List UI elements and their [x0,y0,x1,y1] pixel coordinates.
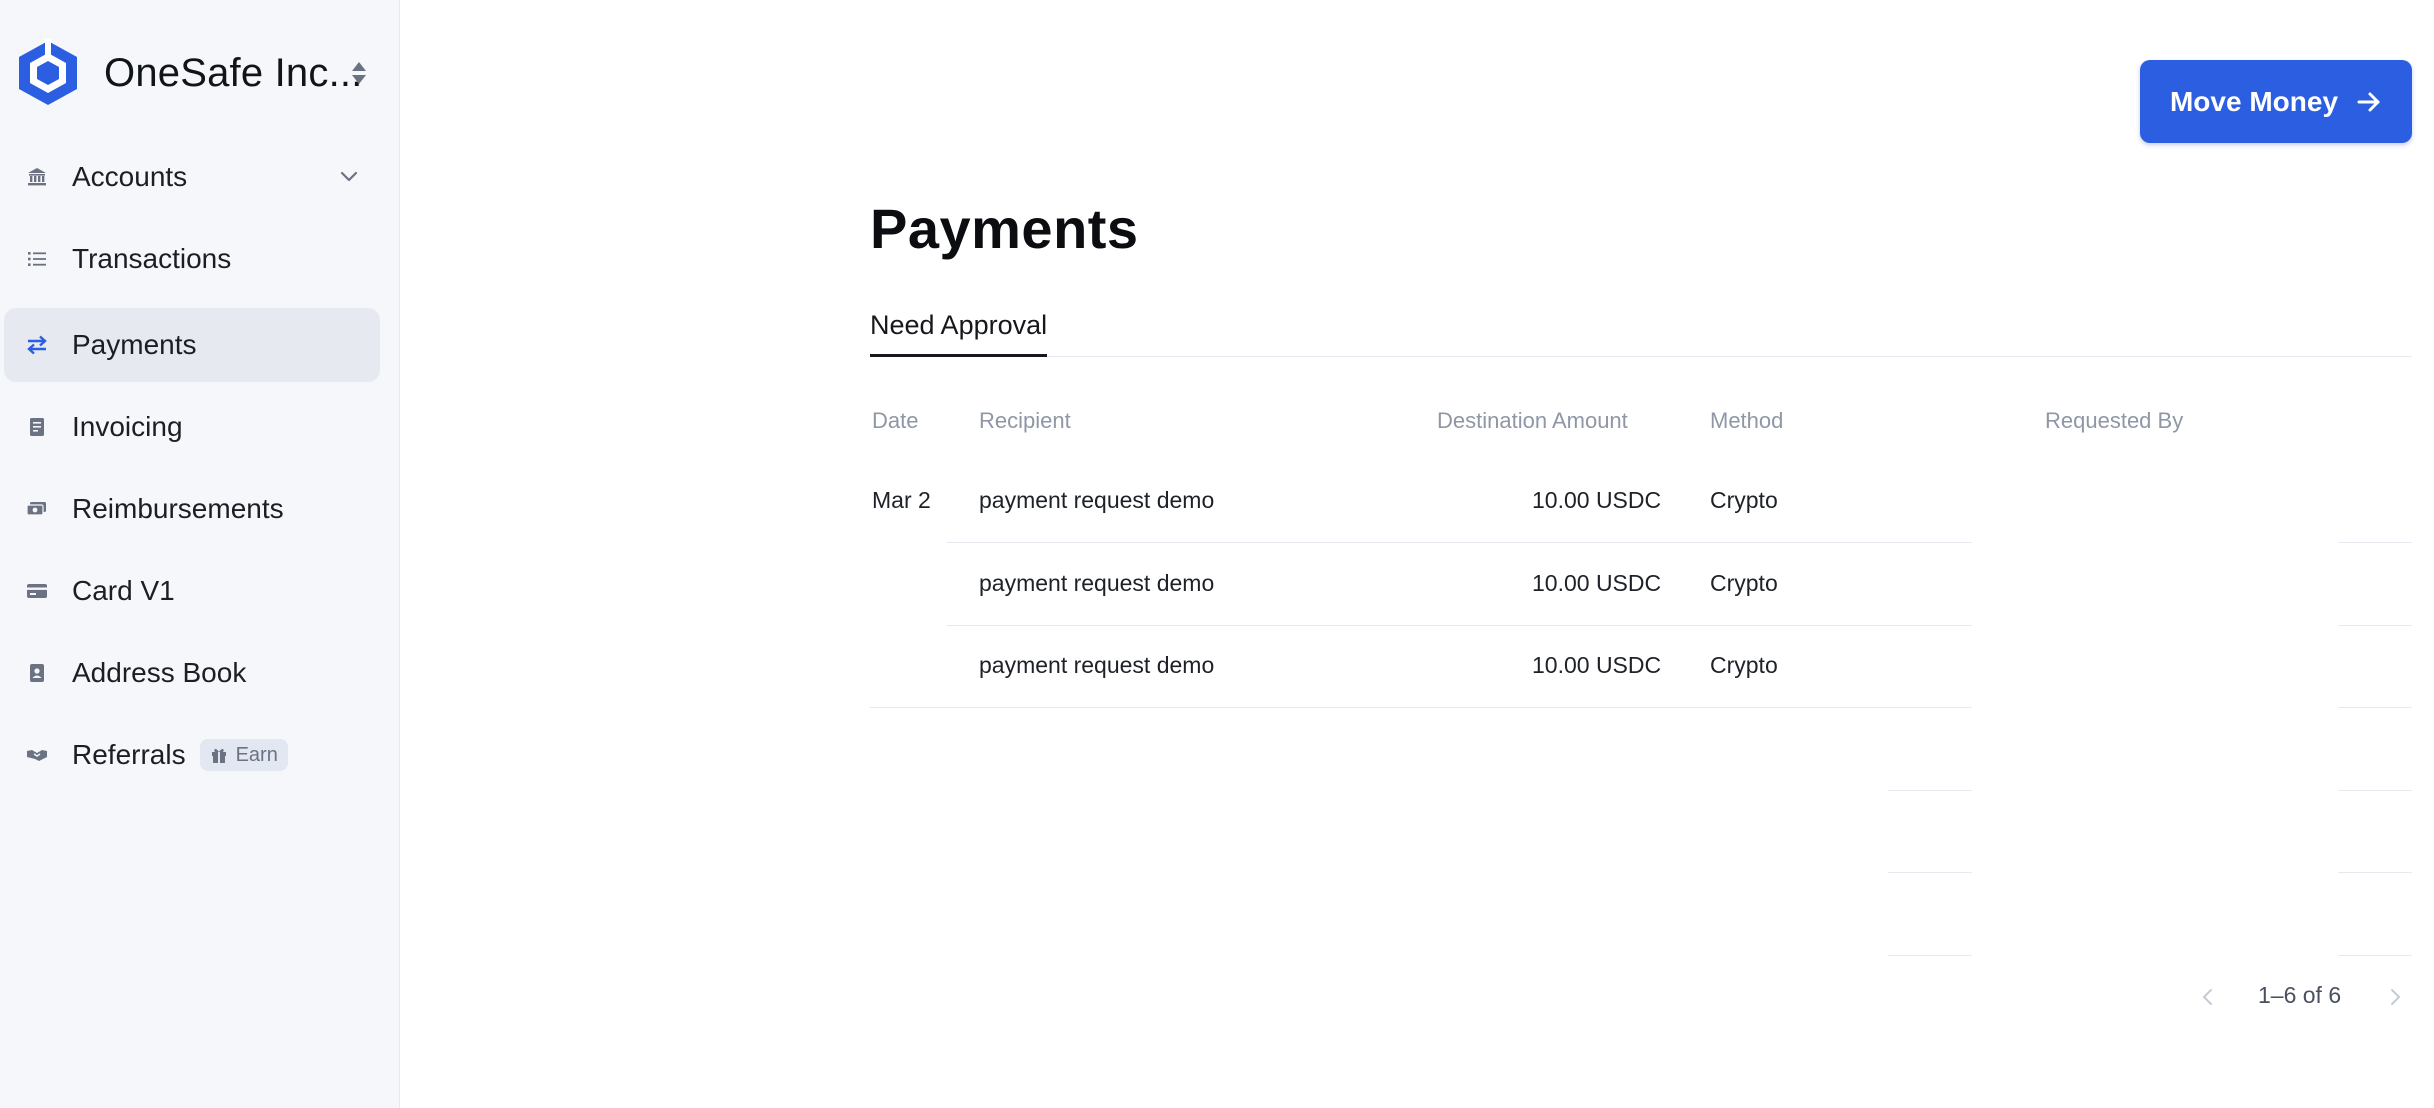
column-header-destination-amount: Destination Amount [1437,408,1628,433]
table-cell-amount: 10.00 USDC [1532,487,1662,513]
column-header-method: Method [1710,408,1784,433]
page-title: Payments [870,197,1139,260]
row-divider [2338,955,2412,956]
chevron-left-icon [2203,989,2212,1005]
row-divider [947,625,1972,626]
row-divider [2338,625,2412,626]
chevron-right-icon [2391,989,2400,1005]
table-cell-method: Crypto [1710,570,1778,596]
sidebar-item-label: Address Book [72,657,247,688]
row-divider [870,707,1972,708]
row-divider [2338,542,2412,543]
row-divider [1888,790,1972,791]
card-icon [26,580,48,602]
move-money-button[interactable]: Move Money [2140,60,2412,143]
handshake-icon [26,744,48,766]
sidebar-item-label: Card V1 [72,575,175,606]
earn-badge-label: Earn [235,743,278,766]
workspace-switcher[interactable]: OneSafe Inc... [14,38,374,108]
table-cell-recipient[interactable]: payment request demo [979,570,1214,597]
tab-bar: Need Approval [870,300,2412,357]
sidebar-item-payments[interactable]: Payments [4,308,380,382]
table-cell-method: Crypto [1710,652,1778,678]
switch-workspace-icon[interactable] [344,58,374,88]
sidebar-item-label: Invoicing [72,411,183,442]
column-header-requested-by: Requested By [2045,408,2184,433]
sidebar-item-label: Reimbursements [72,493,284,524]
row-divider [2338,790,2412,791]
onesafe-logo-icon [19,39,77,105]
gift-icon [211,748,226,763]
previous-page-button[interactable] [2195,984,2221,1010]
workspace-name: OneSafe Inc... [104,50,363,95]
bank-icon [26,166,48,188]
table-cell-date: Mar 2 [872,487,931,513]
row-divider [947,542,1972,543]
invoice-icon [26,416,48,438]
column-header-recipient: Recipient [979,408,1071,433]
sidebar-item-label: Accounts [72,161,188,192]
sidebar-item-invoicing[interactable]: Invoicing [4,390,380,464]
sidebar-item-referrals[interactable]: Referrals Earn [4,718,380,792]
sidebar-item-transactions[interactable]: Transactions [4,222,380,296]
table-cell-method: Crypto [1710,487,1778,513]
sidebar: OneSafe Inc... Accounts Transactions Pay… [0,0,400,1108]
tab-need-approval[interactable]: Need Approval [870,310,1048,357]
sidebar-item-card-v1[interactable]: Card V1 [4,554,380,628]
table-cell-recipient[interactable]: payment request demo [979,487,1214,514]
table-cell-recipient[interactable]: payment request demo [979,652,1214,679]
row-divider [1888,955,1972,956]
sidebar-item-label: Payments [72,329,197,360]
sidebar-item-address-book[interactable]: Address Book [4,636,380,710]
contact-book-icon [26,662,48,684]
column-header-date: Date [872,408,919,433]
pagination-range: 1–6 of 6 [2258,982,2342,1008]
row-divider [2338,872,2412,873]
chevron-down-icon[interactable] [336,164,362,190]
table-cell-amount: 10.00 USDC [1532,652,1662,678]
move-money-label: Move Money [2169,85,2339,117]
sidebar-item-reimbursements[interactable]: Reimbursements [4,472,380,546]
transfer-arrows-icon [26,334,48,356]
row-divider [2338,707,2412,708]
earn-badge: Earn [199,739,288,771]
sidebar-item-accounts[interactable]: Accounts [4,140,380,214]
arrow-right-icon [2357,92,2380,111]
list-icon [26,248,48,270]
sidebar-item-label: Transactions [72,243,232,274]
table-cell-amount: 10.00 USDC [1532,570,1662,596]
row-divider [1888,872,1972,873]
sidebar-item-label: Referrals [72,739,186,770]
next-page-button[interactable] [2382,984,2408,1010]
cash-icon [26,498,48,520]
